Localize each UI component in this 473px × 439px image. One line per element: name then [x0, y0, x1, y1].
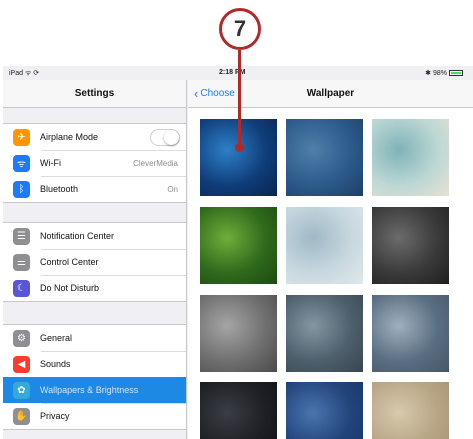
sidebar-item[interactable]: ⚌ Control Center	[3, 249, 186, 275]
bluetooth-icon: ᛒ	[13, 180, 30, 198]
moon-icon: ☾	[13, 279, 30, 297]
sidebar-item-label: Bluetooth	[40, 184, 79, 194]
wifi-icon: ᯤ	[13, 154, 30, 172]
battery-status: ✱ 98%	[425, 69, 463, 77]
sidebar-item-label: Notification Center	[40, 231, 115, 241]
settings-sidebar: Settings ✈ Airplane Mode ᯤ Wi-Fi CleverMedia…	[3, 80, 187, 439]
gear-icon: ⚙	[13, 329, 30, 347]
sidebar-item[interactable]: ◀ Sounds	[3, 351, 186, 377]
wallpaper-beach[interactable]	[372, 119, 449, 196]
sidebar-item-label: Wi-Fi	[40, 158, 61, 168]
back-button[interactable]: ‹ Choose	[194, 85, 235, 101]
device-status: iPad ᯤ ⟳	[9, 70, 40, 77]
sidebar-item[interactable]: ☰ Notification Center	[3, 223, 186, 249]
sidebar-item[interactable]: ⚙ General	[3, 325, 186, 351]
settings-group: ⚙ General ◀ Sounds ✿ Wallpapers & Brightness ✋…	[3, 324, 186, 430]
sidebar-item[interactable]: ✋ Privacy	[3, 403, 186, 429]
speaker-icon: ◀	[13, 355, 30, 373]
wallpaper-sand-ripples[interactable]	[200, 295, 277, 372]
wallpaper-denim[interactable]	[286, 382, 363, 439]
wallpaper-dark-fabric[interactable]	[200, 382, 277, 439]
page-title: Wallpaper	[306, 88, 355, 99]
wallpaper-linen[interactable]	[372, 382, 449, 439]
settings-group: ✈ Airplane Mode ᯤ Wi-Fi CleverMedia ᛒ Bluetoot…	[3, 123, 186, 203]
sidebar-item-label: Privacy	[40, 411, 70, 421]
sidebar-item-label: General	[40, 333, 73, 343]
sidebar-item-label: Wallpapers & Brightness	[40, 385, 139, 395]
detail-navbar: ‹ Choose Wallpaper	[188, 80, 473, 108]
wallpaper-blue-rock[interactable]	[286, 295, 363, 372]
battery-icon	[449, 70, 463, 77]
sidebar-item-value: CleverMedia	[133, 158, 178, 168]
wallpaper-dark-sand[interactable]	[372, 207, 449, 284]
callout-badge: 7	[219, 8, 261, 50]
wallpaper-deep-water[interactable]	[286, 119, 363, 196]
back-label: Choose	[200, 88, 235, 99]
settings-group: ☰ Notification Center ⚌ Control Center ☾ Do N…	[3, 222, 186, 302]
sidebar-item-label: Do Not Disturb	[40, 283, 100, 293]
wallpaper-icon: ✿	[13, 381, 30, 399]
sidebar-item-label: Airplane Mode	[40, 132, 99, 142]
wallpaper-pebbles[interactable]	[372, 295, 449, 372]
callout-dot	[235, 143, 244, 152]
sidebar-item-label: Sounds	[40, 359, 71, 369]
notification-center-icon: ☰	[13, 227, 30, 245]
wallpaper-grass[interactable]	[200, 207, 277, 284]
callout-line	[238, 50, 241, 147]
airplane-mode-toggle[interactable]	[150, 128, 180, 146]
sidebar-item[interactable]: ✈ Airplane Mode	[3, 124, 186, 150]
status-time: 2:18 PM	[219, 69, 246, 76]
sidebar-title: Settings	[3, 80, 186, 108]
sidebar-item[interactable]: ᛒ Bluetooth On	[3, 176, 186, 202]
control-center-icon: ⚌	[13, 253, 30, 271]
sidebar-item-label: Control Center	[40, 257, 99, 267]
wallpaper-pane: ‹ Choose Wallpaper	[188, 80, 473, 439]
chevron-left-icon: ‹	[194, 85, 199, 101]
wallpaper-birds-sky[interactable]	[286, 207, 363, 284]
sidebar-item[interactable]: ᯤ Wi-Fi CleverMedia	[3, 150, 186, 176]
sidebar-item[interactable]: ☾ Do Not Disturb	[3, 275, 186, 301]
sidebar-item[interactable]: ✿ Wallpapers & Brightness	[3, 377, 186, 403]
sidebar-item-value: On	[167, 184, 178, 194]
hand-icon: ✋	[13, 407, 30, 425]
airplane-icon: ✈	[13, 128, 30, 146]
